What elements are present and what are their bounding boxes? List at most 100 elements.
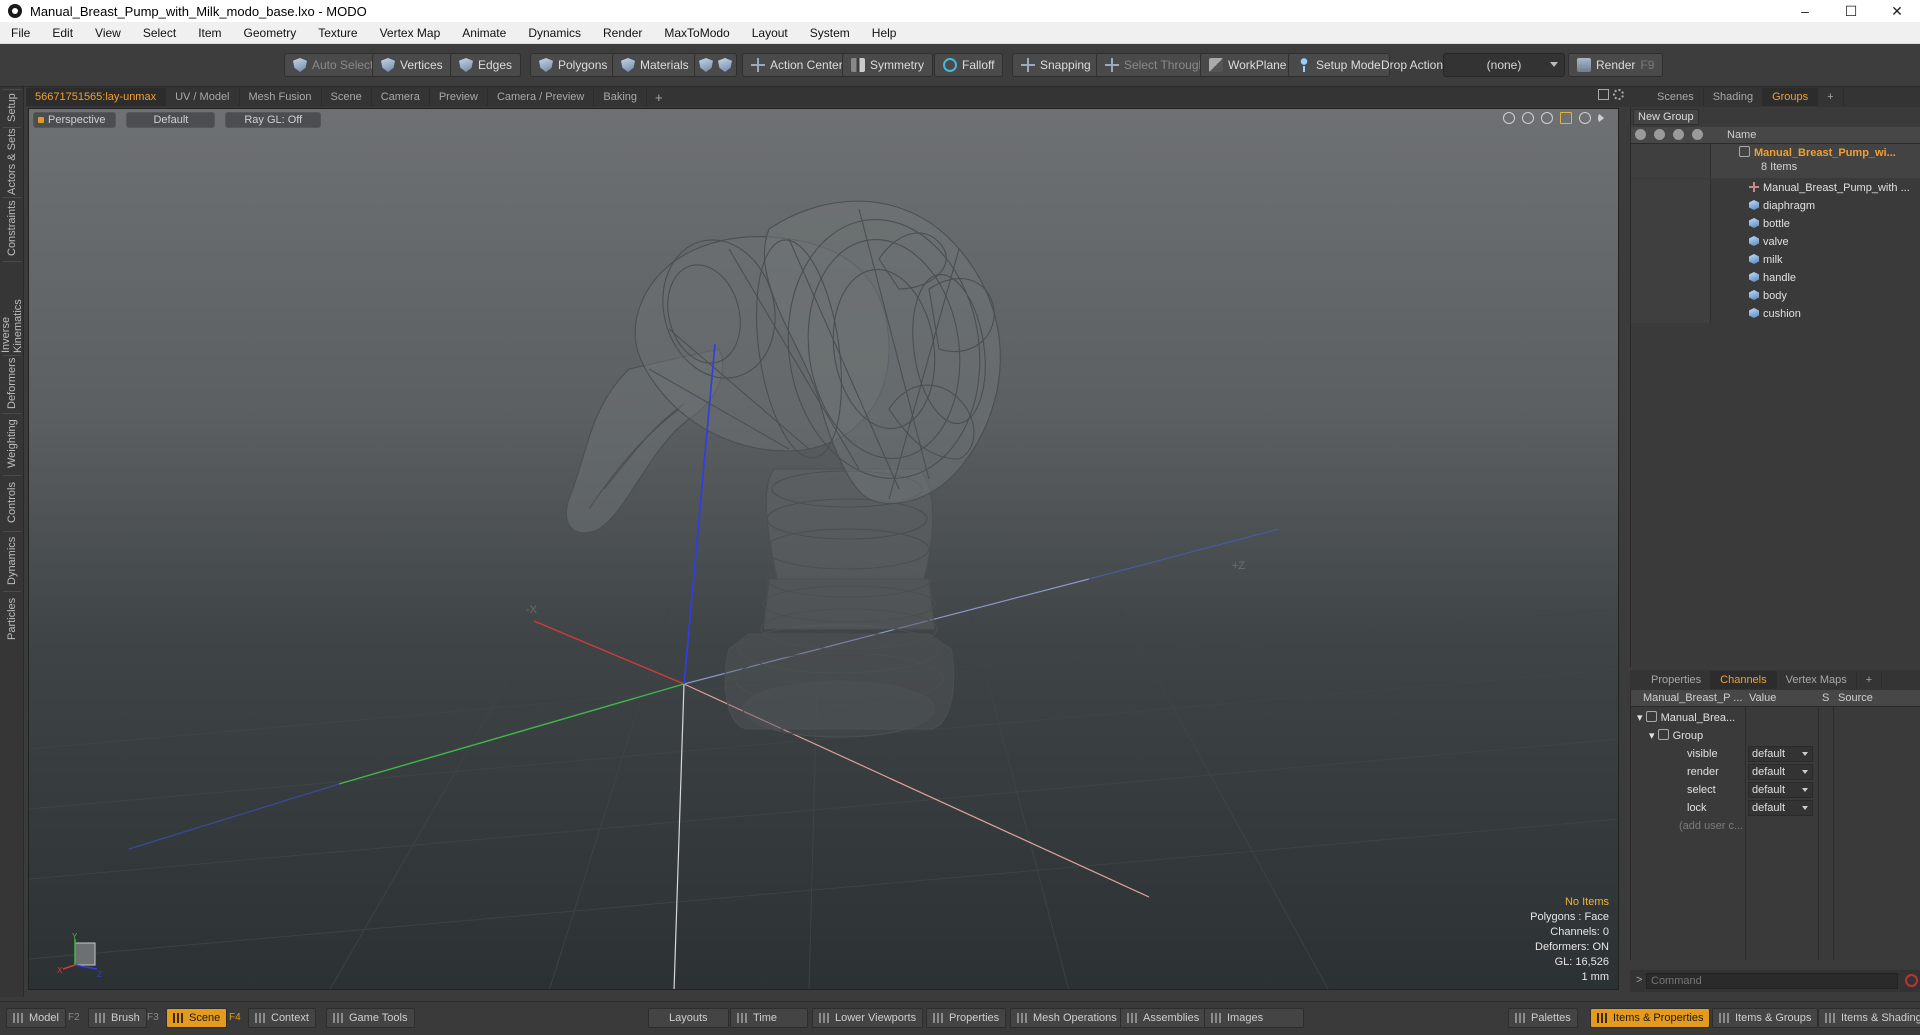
- properties-button[interactable]: Properties: [926, 1008, 1007, 1028]
- channels-s-header[interactable]: S: [1822, 692, 1829, 704]
- breast-pump-model[interactable]: [565, 200, 1001, 738]
- items-groups-button[interactable]: Items & Groups: [1712, 1008, 1819, 1028]
- falloff-button[interactable]: Falloff: [934, 53, 1004, 77]
- menu-geometry[interactable]: Geometry: [233, 22, 308, 44]
- brush-layout-button[interactable]: Brush: [88, 1008, 147, 1028]
- maximize-viewport-icon[interactable]: [1598, 89, 1609, 100]
- tab-properties[interactable]: Properties: [1642, 671, 1712, 689]
- tab-constraints[interactable]: Constraints: [3, 197, 21, 259]
- tab-vertex-maps[interactable]: Vertex Maps: [1777, 671, 1857, 689]
- channel-value-select[interactable]: default: [1748, 764, 1813, 780]
- tab-controls[interactable]: Controls: [3, 475, 21, 529]
- action-center-button[interactable]: Action Center: [742, 53, 852, 77]
- tab-dynamics[interactable]: Dynamics: [3, 531, 21, 589]
- menu-select[interactable]: Select: [132, 22, 187, 44]
- tab-preview[interactable]: Preview: [430, 88, 488, 106]
- polygons-button[interactable]: Polygons: [530, 53, 617, 77]
- view-mode-selector[interactable]: Perspective: [33, 112, 117, 128]
- edges-button[interactable]: Edges: [450, 53, 522, 77]
- tab-baking[interactable]: Baking: [594, 88, 648, 106]
- menu-view[interactable]: View: [84, 22, 132, 44]
- render-column-icon[interactable]: [1654, 129, 1665, 140]
- list-item[interactable]: bottle: [1631, 215, 1920, 233]
- time-button[interactable]: Time: [730, 1008, 809, 1028]
- context-layout-button[interactable]: Context: [248, 1008, 316, 1028]
- tab-actors-sets[interactable]: Actors & Sets: [3, 127, 21, 195]
- model-layout-button[interactable]: Model: [6, 1008, 66, 1028]
- close-button[interactable]: ✕: [1874, 0, 1920, 22]
- palettes-button[interactable]: Palettes: [1508, 1008, 1578, 1028]
- name-column-header[interactable]: Name: [1727, 129, 1756, 141]
- setup-mode-button[interactable]: Setup Mode: [1288, 53, 1390, 77]
- group-row-manual-breast-pump[interactable]: Manual_Breast_Pump_wi... 8 Items: [1631, 144, 1920, 178]
- list-item[interactable]: valve: [1631, 233, 1920, 251]
- 3d-viewport[interactable]: -X +Z Perspective Default Ray GL: Off No…: [28, 108, 1619, 990]
- channel-row-select[interactable]: select default: [1631, 781, 1920, 799]
- rotate-view-icon[interactable]: [1522, 112, 1534, 124]
- tab-shading[interactable]: Shading: [1704, 88, 1764, 106]
- list-item[interactable]: diaphragm: [1631, 197, 1920, 215]
- workplane-button[interactable]: WorkPlane: [1200, 53, 1296, 77]
- list-item[interactable]: milk: [1631, 251, 1920, 269]
- list-item[interactable]: body: [1631, 287, 1920, 305]
- zoom-view-icon[interactable]: [1541, 112, 1553, 124]
- lower-viewports-button[interactable]: Lower Viewports: [812, 1008, 924, 1028]
- menu-file[interactable]: File: [0, 22, 41, 44]
- new-group-button[interactable]: New Group: [1633, 109, 1699, 125]
- tab-channels[interactable]: Channels: [1711, 671, 1777, 689]
- gear-icon[interactable]: [1613, 89, 1624, 100]
- tab-setup[interactable]: Setup: [3, 89, 21, 125]
- tab-camera-preview[interactable]: Camera / Preview: [488, 88, 595, 106]
- add-panel-tab-button[interactable]: +: [1818, 88, 1844, 106]
- render-button[interactable]: Render F9: [1568, 53, 1664, 77]
- menu-maxtomodo[interactable]: MaxToModo: [653, 22, 740, 44]
- menu-system[interactable]: System: [799, 22, 861, 44]
- tab-particles[interactable]: Particles: [3, 591, 21, 645]
- shading-selector[interactable]: Default: [126, 112, 216, 128]
- tab-mesh-fusion[interactable]: Mesh Fusion: [240, 88, 322, 106]
- menu-edit[interactable]: Edit: [41, 22, 84, 44]
- channels-name-header[interactable]: Manual_Breast_P ...: [1643, 692, 1742, 704]
- tab-groups[interactable]: Groups: [1763, 88, 1819, 106]
- selection-mode-button[interactable]: [694, 53, 737, 77]
- channels-value-header[interactable]: Value: [1749, 692, 1776, 704]
- menu-item[interactable]: Item: [187, 22, 232, 44]
- menu-dynamics[interactable]: Dynamics: [517, 22, 592, 44]
- add-user-channel-row[interactable]: (add user c...: [1631, 817, 1920, 835]
- game-tools-layout-button[interactable]: Game Tools: [326, 1008, 415, 1028]
- fit-view-icon[interactable]: [1560, 112, 1572, 124]
- visibility-column-icon[interactable]: [1635, 129, 1646, 140]
- minimize-button[interactable]: –: [1782, 0, 1828, 22]
- assemblies-button[interactable]: Assemblies: [1120, 1008, 1207, 1028]
- lock-column-icon[interactable]: [1673, 129, 1684, 140]
- auto-select-button[interactable]: Auto Select: [284, 53, 383, 77]
- record-macro-icon[interactable]: [1905, 974, 1918, 987]
- channels-group-row[interactable]: ▾ Group: [1631, 727, 1920, 745]
- vertices-button[interactable]: Vertices: [372, 53, 452, 77]
- select-through-button[interactable]: Select Through: [1096, 53, 1215, 77]
- move-view-icon[interactable]: [1503, 112, 1515, 124]
- list-item[interactable]: handle: [1631, 269, 1920, 287]
- tab-uv-model[interactable]: UV / Model: [166, 88, 240, 106]
- snapping-button[interactable]: Snapping: [1012, 53, 1100, 77]
- symmetry-button[interactable]: Symmetry: [842, 53, 933, 77]
- menu-animate[interactable]: Animate: [451, 22, 517, 44]
- channel-value-select[interactable]: default: [1748, 782, 1813, 798]
- menu-texture[interactable]: Texture: [307, 22, 368, 44]
- channel-value-select[interactable]: default: [1748, 746, 1813, 762]
- menu-vertex-map[interactable]: Vertex Map: [369, 22, 452, 44]
- drop-action-select[interactable]: (none): [1443, 53, 1565, 77]
- menu-render[interactable]: Render: [592, 22, 653, 44]
- tab-scenes[interactable]: Scenes: [1648, 88, 1704, 106]
- channels-root-row[interactable]: ▾ Manual_Brea...: [1631, 709, 1920, 727]
- layouts-button[interactable]: Layouts: [648, 1008, 729, 1028]
- command-input[interactable]: [1646, 973, 1898, 989]
- viewport-settings-icon[interactable]: [1579, 112, 1591, 124]
- viewport-expand-icon[interactable]: [1598, 113, 1604, 123]
- channel-row-render[interactable]: render default: [1631, 763, 1920, 781]
- list-item[interactable]: Manual_Breast_Pump_with ...: [1631, 179, 1920, 197]
- channel-row-lock[interactable]: lock default: [1631, 799, 1920, 817]
- tab-deformers[interactable]: Deformers: [3, 355, 21, 411]
- mesh-operations-button[interactable]: Mesh Operations: [1010, 1008, 1124, 1028]
- tab-inverse-kinematics[interactable]: Inverse Kinematics: [0, 261, 24, 353]
